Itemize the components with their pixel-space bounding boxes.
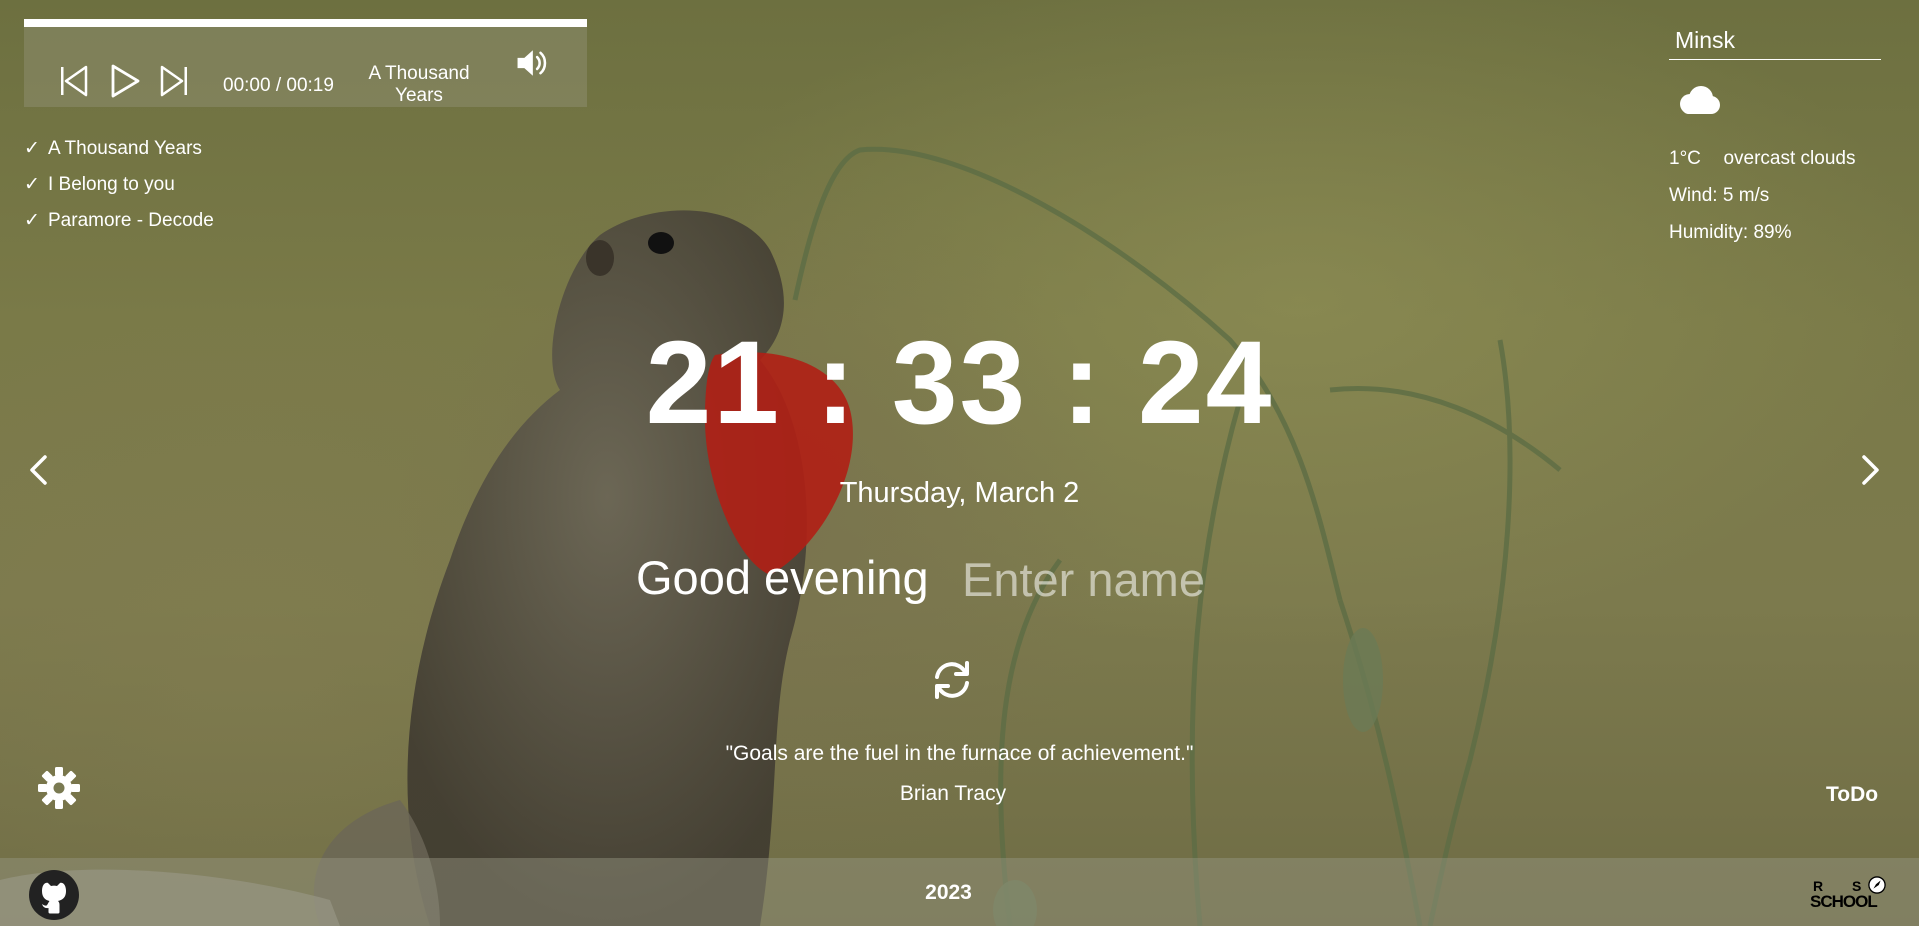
rs-school-logo[interactable]: R S SCHOOL xyxy=(1810,876,1894,914)
footer: 2023 R S SCHOOL xyxy=(0,858,1919,926)
prev-icon xyxy=(61,65,88,97)
greeting-container: Good evening xyxy=(630,548,1330,610)
name-input[interactable] xyxy=(960,548,1324,610)
playlist-item-label: A Thousand Years xyxy=(48,138,202,159)
greeting-text: Good evening xyxy=(636,551,929,604)
audio-player: 00:00 / 00:19 A Thousand Years xyxy=(24,19,587,107)
temperature: 1°C xyxy=(1669,148,1701,169)
gear-icon xyxy=(38,767,80,809)
check-icon: ✓ xyxy=(24,174,40,195)
quote-author: Brian Tracy xyxy=(899,782,1007,805)
next-track-button[interactable] xyxy=(157,64,191,98)
change-quote-button[interactable] xyxy=(928,656,976,704)
volume-button[interactable] xyxy=(515,46,555,86)
clock-time: 21 : 33 : 24 xyxy=(645,317,1274,449)
progress-bar[interactable] xyxy=(24,19,587,27)
track-title: A Thousand Years xyxy=(368,63,470,106)
next-icon xyxy=(160,65,187,97)
weather-description: overcast clouds xyxy=(1723,148,1856,169)
playlist-item-label: Paramore - Decode xyxy=(48,210,214,231)
footer-year: 2023 xyxy=(925,881,972,904)
volume-icon xyxy=(517,50,547,76)
playlist-item[interactable]: ✓ A Thousand Years xyxy=(24,138,214,174)
check-icon: ✓ xyxy=(24,210,40,231)
cloud-icon xyxy=(1680,86,1720,114)
weather-widget: 1°C overcast clouds Wind: 5 m/s Humidity… xyxy=(1669,22,1881,243)
wind: Wind: 5 m/s xyxy=(1669,185,1770,206)
playlist-item[interactable]: ✓ Paramore - Decode xyxy=(24,210,214,246)
play-icon xyxy=(111,64,140,98)
city-input[interactable] xyxy=(1669,22,1881,60)
clock-date: Thursday, March 2 xyxy=(839,477,1080,509)
refresh-icon xyxy=(935,661,969,699)
playlist-item-label: I Belong to you xyxy=(48,174,175,195)
weather-temp-line: 1°C overcast clouds xyxy=(1669,148,1855,170)
track-time: 00:00 / 00:19 xyxy=(223,75,334,96)
quote-text: "Goals are the fuel in the furnace of ac… xyxy=(725,742,1194,765)
rocket-icon xyxy=(1868,876,1886,894)
humidity: Humidity: 89% xyxy=(1669,222,1792,243)
check-icon: ✓ xyxy=(24,138,40,159)
todo-button[interactable]: ToDo xyxy=(1826,783,1878,807)
settings-button[interactable] xyxy=(36,765,82,811)
playlist: ✓ A Thousand Years ✓ I Belong to you ✓ Para… xyxy=(24,138,214,246)
playlist-item[interactable]: ✓ I Belong to you xyxy=(24,174,214,210)
play-button[interactable] xyxy=(107,64,141,98)
prev-track-button[interactable] xyxy=(57,64,91,98)
